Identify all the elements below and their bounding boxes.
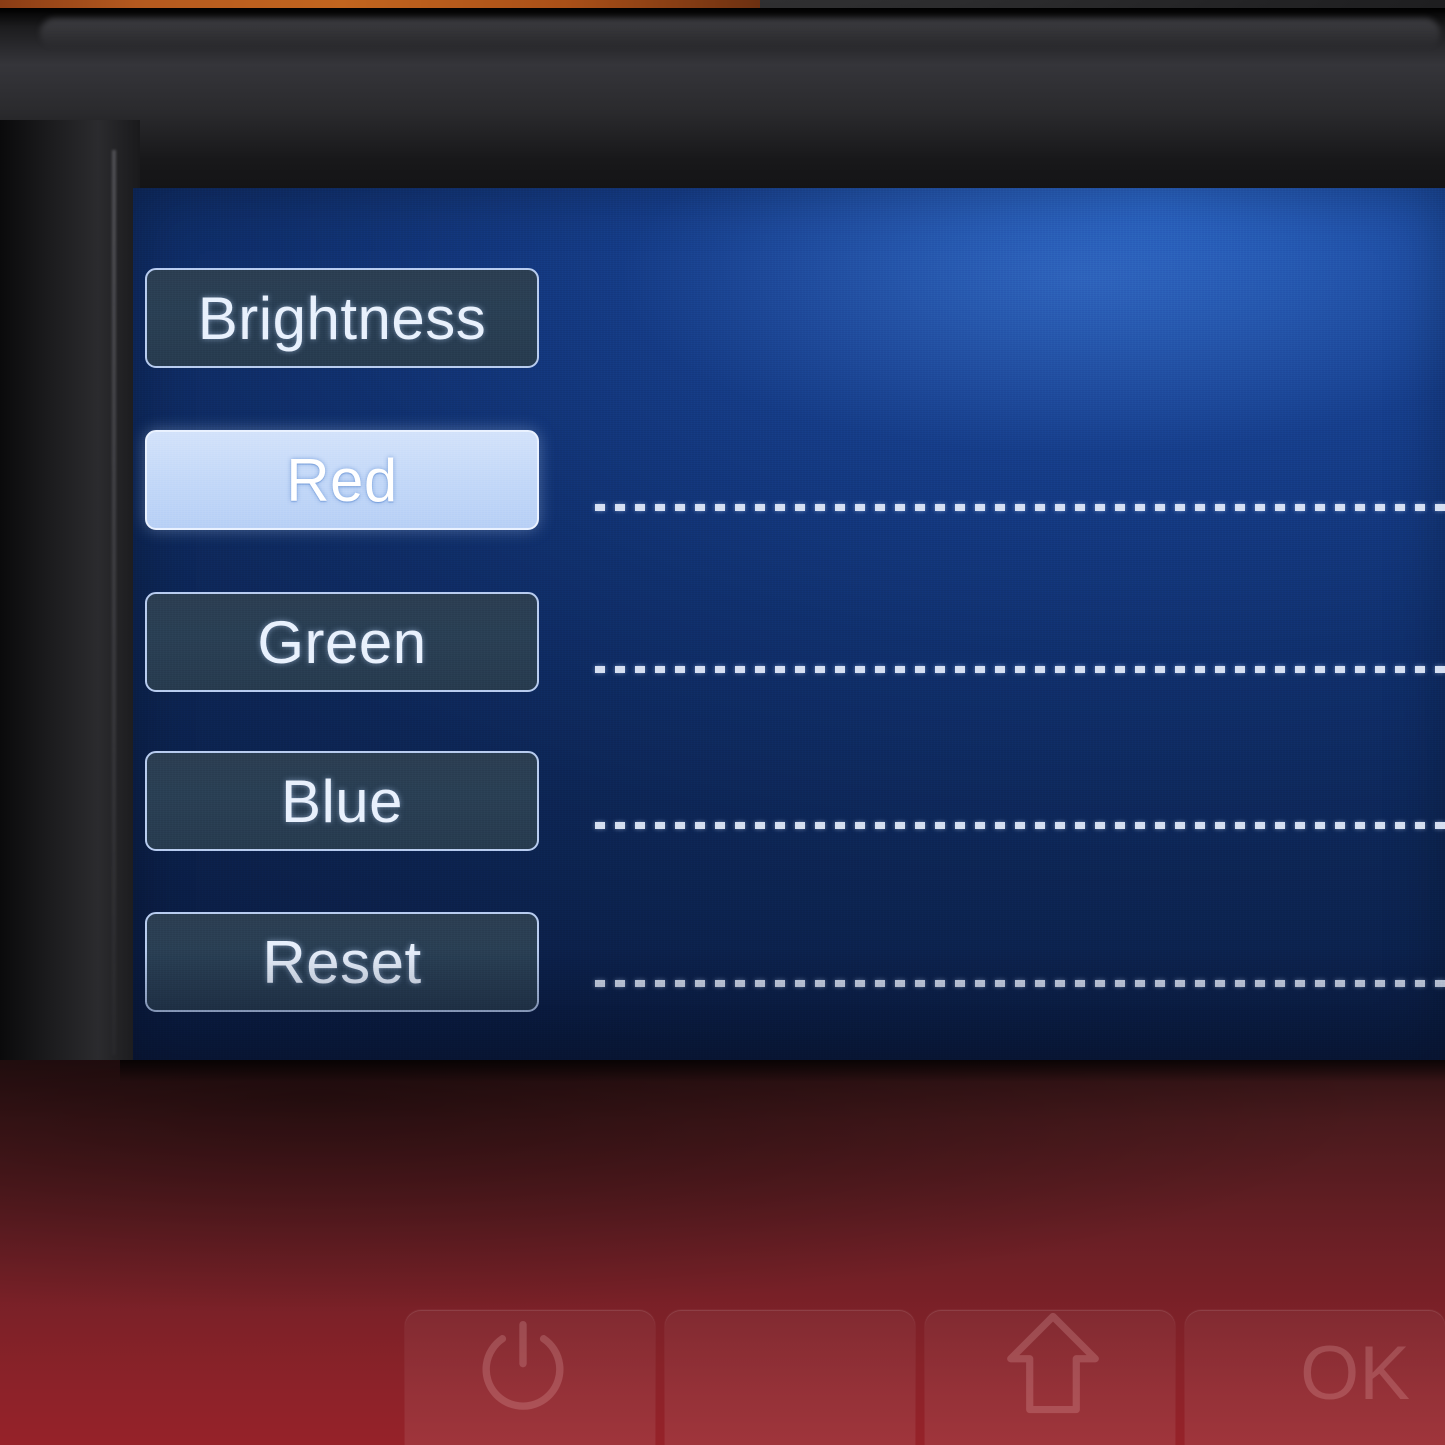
value-line-brightness [595, 504, 1445, 511]
marketing-band: OK Scan, Edit, and View No computer or s… [0, 1060, 1445, 1445]
bezel-highlight [40, 18, 1440, 48]
screen-drop-shadow [120, 1060, 1445, 1082]
menu-item-blue[interactable]: Blue [145, 751, 539, 851]
menu-item-label: Red [286, 446, 398, 514]
lcd-screen: Brightness Red Green Blue Reset [133, 188, 1445, 1068]
value-line-red [595, 666, 1445, 673]
value-line-blue [595, 980, 1445, 987]
bezel-left-highlight [112, 150, 116, 1055]
menu-item-label: Brightness [197, 284, 487, 352]
menu-item-brightness[interactable]: Brightness [145, 268, 539, 368]
product-photo-screenshot: Brightness Red Green Blue Reset [0, 0, 1445, 1445]
menu-item-green[interactable]: Green [145, 592, 539, 692]
value-line-green [595, 822, 1445, 829]
menu-item-red[interactable]: Red [145, 430, 539, 530]
menu-item-label: Blue [280, 767, 404, 835]
menu-item-label: Reset [262, 928, 422, 996]
menu-item-label: Green [257, 608, 427, 676]
menu-item-reset[interactable]: Reset [145, 912, 539, 1012]
settings-menu: Brightness Red Green Blue Reset [133, 188, 1445, 1068]
band-shading [0, 1060, 1445, 1445]
device-left-bezel [0, 120, 140, 1075]
